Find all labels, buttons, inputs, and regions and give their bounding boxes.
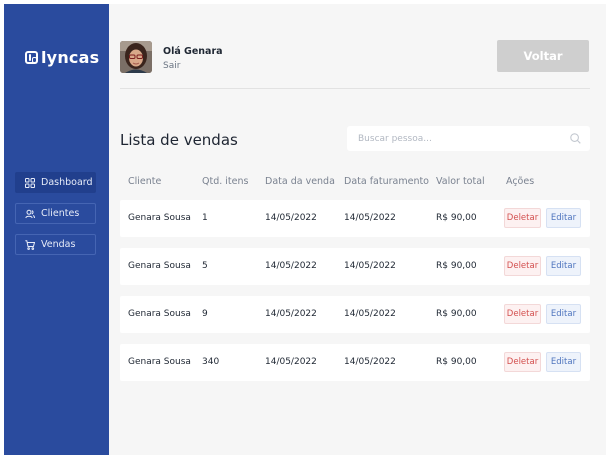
cell-valor-total: R$ 90,00 [436,309,477,319]
column-header-acoes: Ações [506,176,535,187]
sales-table-body: Genara Sousa 1 14/05/2022 14/05/2022 R$ … [120,200,590,392]
sidebar-item-clientes[interactable]: Clientes [15,203,96,224]
cell-cliente: Genara Sousa [128,309,191,319]
sidebar: lyncas Dashboard Clientes Vendas [4,4,109,455]
header-divider [120,88,590,89]
table-row: Genara Sousa 5 14/05/2022 14/05/2022 R$ … [120,248,590,285]
cell-qtd-itens: 5 [202,261,208,271]
table-row: Genara Sousa 340 14/05/2022 14/05/2022 R… [120,344,590,381]
column-header-data-venda: Data da venda [265,176,335,187]
cell-cliente: Genara Sousa [128,357,191,367]
cell-data-faturamento: 14/05/2022 [344,309,396,319]
sidebar-nav: Dashboard Clientes Vendas [15,172,96,265]
back-button[interactable]: Voltar [497,40,589,72]
edit-button[interactable]: Editar [546,256,581,276]
users-icon [24,208,36,220]
edit-button[interactable]: Editar [546,304,581,324]
page-title: Lista de vendas [120,131,238,149]
sidebar-item-vendas[interactable]: Vendas [15,234,96,255]
cell-data-faturamento: 14/05/2022 [344,213,396,223]
brand-name: lyncas [41,47,100,67]
avatar-photo-icon [120,41,152,73]
app-window: lyncas Dashboard Clientes Vendas Olá Gen… [4,4,606,455]
brand-logo[interactable]: lyncas [25,47,100,67]
sidebar-item-label: Vendas [41,239,76,250]
logout-link[interactable]: Sair [163,61,180,71]
delete-button[interactable]: Deletar [504,304,541,324]
cell-qtd-itens: 9 [202,309,208,319]
search-box [347,126,590,151]
cell-data-faturamento: 14/05/2022 [344,261,396,271]
search-icon[interactable] [570,133,581,144]
table-row: Genara Sousa 1 14/05/2022 14/05/2022 R$ … [120,200,590,237]
cell-cliente: Genara Sousa [128,261,191,271]
table-header: Cliente Qtd. itens Data da venda Data fa… [120,174,590,190]
cell-data-venda: 14/05/2022 [265,357,317,367]
logo-icon [25,50,38,64]
cart-icon [24,239,36,251]
delete-button[interactable]: Deletar [504,352,541,372]
delete-button[interactable]: Deletar [504,256,541,276]
cell-qtd-itens: 340 [202,357,220,367]
grid-icon [24,177,36,189]
cell-qtd-itens: 1 [202,213,208,223]
search-input[interactable] [347,126,590,151]
sidebar-item-label: Clientes [41,208,80,219]
column-header-data-faturamento: Data faturamento [344,176,429,187]
table-row: Genara Sousa 9 14/05/2022 14/05/2022 R$ … [120,296,590,333]
sidebar-item-dashboard[interactable]: Dashboard [15,172,96,193]
column-header-valor-total: Valor total [436,176,485,187]
cell-valor-total: R$ 90,00 [436,357,477,367]
delete-button[interactable]: Deletar [504,208,541,228]
avatar[interactable] [120,41,152,73]
cell-cliente: Genara Sousa [128,213,191,223]
greeting-text: Olá Genara [163,46,223,57]
column-header-qtd-itens: Qtd. itens [202,176,249,187]
cell-data-venda: 14/05/2022 [265,261,317,271]
cell-valor-total: R$ 90,00 [436,261,477,271]
cell-data-venda: 14/05/2022 [265,213,317,223]
edit-button[interactable]: Editar [546,208,581,228]
column-header-cliente: Cliente [128,176,162,187]
cell-data-venda: 14/05/2022 [265,309,317,319]
edit-button[interactable]: Editar [546,352,581,372]
cell-valor-total: R$ 90,00 [436,213,477,223]
cell-data-faturamento: 14/05/2022 [344,357,396,367]
sidebar-item-label: Dashboard [41,177,93,188]
